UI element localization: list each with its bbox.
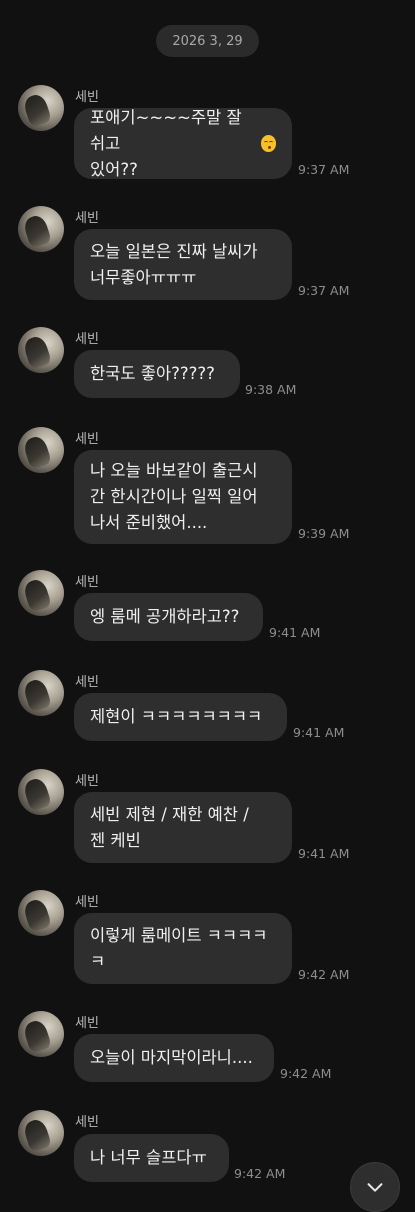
message-text: 제현이 ㅋㅋㅋㅋㅋㅋㅋㅋ: [90, 707, 263, 726]
message-bubble[interactable]: 세빈 제현 / 재한 예찬 / 젠 케빈: [74, 792, 292, 863]
message-text: 오늘이 마지막이라니....: [90, 1048, 253, 1067]
message-text: 세빈 제현 / 재한 예찬 / 젠 케빈: [90, 804, 249, 850]
avatar[interactable]: [18, 85, 64, 131]
message-text: 오늘 일본은 진짜 날씨가 너무좋아ㅠㅠㅠ: [90, 241, 258, 287]
message-bubble[interactable]: 제현이 ㅋㅋㅋㅋㅋㅋㅋㅋ: [74, 693, 287, 741]
message-time: 9:38 AM: [245, 382, 297, 397]
message-time: 9:37 AM: [298, 283, 350, 298]
sender-name: 세빈: [75, 432, 99, 447]
date-divider: 2026 3, 29: [156, 25, 259, 57]
avatar[interactable]: [18, 327, 64, 373]
sender-name: 세빈: [75, 1115, 99, 1130]
message-bubble[interactable]: 나 너무 슬프다ㅠ: [74, 1134, 229, 1182]
sender-name: 세빈: [75, 774, 99, 789]
sender-name: 세빈: [75, 575, 99, 590]
scroll-to-bottom-button[interactable]: [350, 1162, 400, 1212]
avatar[interactable]: [18, 670, 64, 716]
message-text: 한국도 좋아?????: [90, 364, 215, 383]
chevron-down-icon: [367, 1183, 383, 1192]
message-time: 9:42 AM: [280, 1066, 332, 1081]
avatar[interactable]: [18, 769, 64, 815]
avatar[interactable]: [18, 570, 64, 616]
message-bubble[interactable]: 포애기~~~~주말 잘 쉬고 있어??: [74, 108, 292, 179]
message-text: 나 너무 슬프다ㅠ: [90, 1148, 207, 1167]
avatar[interactable]: [18, 1110, 64, 1156]
message-bubble[interactable]: 나 오늘 바보같이 출근시 간 한시간이나 일찍 일어 나서 준비했어....: [74, 450, 292, 544]
message-bubble[interactable]: 엥 룸메 공개하라고??: [74, 593, 263, 641]
sender-name: 세빈: [75, 675, 99, 690]
sender-name: 세빈: [75, 211, 99, 226]
message-time: 9:42 AM: [234, 1166, 286, 1181]
message-bubble[interactable]: 오늘이 마지막이라니....: [74, 1034, 274, 1082]
message-text: 포애기~~~~주말 잘 쉬고 있어??: [90, 107, 242, 179]
message-time: 9:37 AM: [298, 162, 350, 177]
sender-name: 세빈: [75, 332, 99, 347]
avatar[interactable]: [18, 890, 64, 936]
message-time: 9:42 AM: [298, 967, 350, 982]
avatar[interactable]: [18, 1011, 64, 1057]
message-time: 9:41 AM: [293, 725, 345, 740]
message-text: 나 오늘 바보같이 출근시 간 한시간이나 일찍 일어 나서 준비했어....: [90, 461, 258, 532]
sender-name: 세빈: [75, 895, 99, 910]
message-text: 이렇게 룸메이트 ㅋㅋㅋㅋ ㅋ: [90, 925, 268, 971]
message-time: 9:41 AM: [298, 846, 350, 861]
avatar[interactable]: [18, 206, 64, 252]
message-time: 9:41 AM: [269, 625, 321, 640]
sender-name: 세빈: [75, 1016, 99, 1031]
message-time: 9:39 AM: [298, 526, 350, 541]
message-text: 엥 룸메 공개하라고??: [90, 607, 240, 626]
kissing-face-emoji: [260, 135, 276, 152]
avatar[interactable]: [18, 427, 64, 473]
sender-name: 세빈: [75, 90, 99, 105]
message-bubble[interactable]: 한국도 좋아?????: [74, 350, 240, 398]
message-bubble[interactable]: 이렇게 룸메이트 ㅋㅋㅋㅋ ㅋ: [74, 913, 292, 984]
message-bubble[interactable]: 오늘 일본은 진짜 날씨가 너무좋아ㅠㅠㅠ: [74, 229, 292, 300]
